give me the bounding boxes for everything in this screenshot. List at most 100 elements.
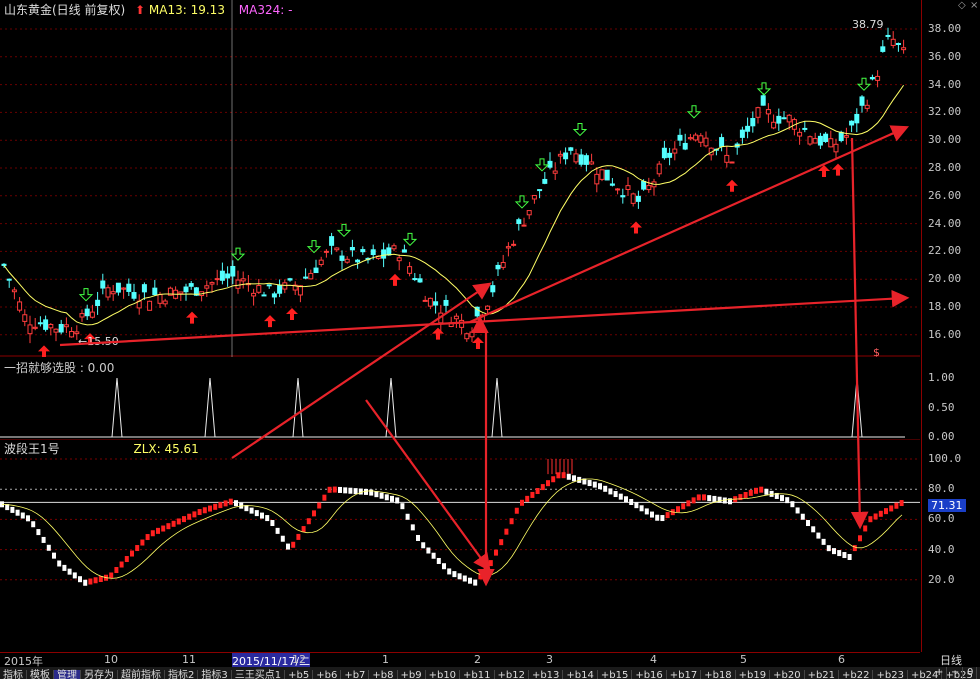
- candle-body: [318, 259, 324, 265]
- buy-arrow-icon: [286, 307, 298, 320]
- wave-chart[interactable]: [0, 438, 920, 652]
- sell-mark-icon: [572, 122, 588, 137]
- candle-body: [719, 137, 725, 147]
- candle-body: [271, 293, 277, 298]
- indicator-tab[interactable]: +b17: [667, 670, 702, 679]
- date-label: 1: [382, 653, 389, 666]
- candle-body: [443, 299, 449, 306]
- candle-body: [812, 138, 818, 144]
- wave-block: [109, 572, 114, 579]
- indicator-tab[interactable]: +b6: [313, 670, 342, 679]
- wave-block: [426, 547, 431, 554]
- candle-body: [885, 34, 891, 37]
- indicator-tab[interactable]: +b13: [529, 670, 564, 679]
- wave-block: [234, 500, 238, 507]
- candle-body: [485, 305, 491, 311]
- wave-block: [540, 484, 545, 491]
- candle-body: [604, 169, 610, 181]
- wave-block: [457, 573, 462, 580]
- candle-body: [386, 247, 392, 256]
- signal-chart[interactable]: [0, 358, 920, 438]
- candle-body: [469, 331, 475, 338]
- candle-body: [568, 147, 574, 151]
- wave-block: [551, 476, 556, 483]
- sell-mark-icon: [514, 195, 530, 209]
- candle-body: [682, 142, 688, 150]
- indicator-tab[interactable]: 另存为: [81, 670, 118, 679]
- wave-block: [72, 572, 77, 579]
- indicator-tab[interactable]: +b7: [341, 670, 370, 679]
- wave-title: 波段王1号: [4, 442, 60, 456]
- wave-block: [889, 505, 894, 512]
- wave-indicator-panel[interactable]: 波段王1号 ZLX: 45.61: [0, 438, 920, 652]
- indicator-tab[interactable]: +b12: [495, 670, 529, 679]
- indicator-tab[interactable]: +b5: [285, 670, 314, 679]
- indicator-tab[interactable]: 指标: [0, 670, 27, 679]
- indicator-tab[interactable]: +b8: [369, 670, 398, 679]
- indicator-tab[interactable]: +b14: [563, 670, 598, 679]
- signal-indicator-panel[interactable]: 一招就够选股 : 0.00: [0, 358, 920, 438]
- candle-body: [537, 189, 543, 192]
- close-icon[interactable]: ×: [970, 0, 978, 11]
- candle-body: [126, 283, 132, 292]
- wave-block: [691, 497, 696, 504]
- wave-block: [41, 536, 46, 543]
- wave-block: [499, 539, 504, 546]
- indicator-tab[interactable]: +b22: [839, 670, 874, 679]
- candle-body: [162, 300, 168, 305]
- wave-block: [36, 529, 41, 536]
- indicator-tab[interactable]: 指标2: [165, 670, 199, 679]
- wave-block: [327, 486, 332, 493]
- candle-body: [69, 331, 75, 338]
- indicator-tab[interactable]: 超前指标: [118, 670, 165, 679]
- period-label[interactable]: 日线: [940, 652, 962, 668]
- wave-block: [88, 578, 93, 585]
- indicator-tab[interactable]: +b15: [598, 670, 633, 679]
- indicator-tab[interactable]: 模板: [27, 670, 54, 679]
- candle-body: [157, 294, 163, 304]
- indicator-tab[interactable]: +b18: [701, 670, 736, 679]
- diamond-icon[interactable]: ◇: [958, 0, 966, 11]
- indicator-tab[interactable]: +b11: [460, 670, 495, 679]
- wave-block: [629, 499, 634, 506]
- candle-body: [838, 131, 844, 142]
- minus-button[interactable]: −: [948, 667, 964, 679]
- sell-mark-icon: [402, 232, 418, 247]
- indicator-tab[interactable]: 管理: [54, 670, 81, 679]
- candle-body: [84, 308, 90, 317]
- candle-body: [334, 247, 340, 251]
- indicator-tab[interactable]: +b10: [426, 670, 461, 679]
- indicator-tab[interactable]: +b21: [805, 670, 840, 679]
- wave-block: [452, 571, 457, 578]
- wave-block: [592, 481, 597, 488]
- candlestick-chart[interactable]: ←15.50 38.79 $: [0, 0, 920, 652]
- wave-tick: 100.0: [928, 452, 962, 465]
- price-chart-panel[interactable]: ←15.50 38.79 $ 山东黄金(日线 前复权) ⬆ MA13: 19.13 …: [0, 0, 920, 652]
- candle-body: [204, 285, 210, 289]
- wave-block: [598, 483, 602, 490]
- wave-block: [31, 521, 36, 528]
- indicator-tab[interactable]: +b9: [398, 670, 426, 679]
- indicator-tab[interactable]: +b23: [873, 670, 908, 679]
- indicator-tab[interactable]: +b19: [736, 670, 771, 679]
- candle-body: [724, 154, 730, 163]
- candle-body: [526, 210, 532, 216]
- candle-body: [578, 154, 584, 165]
- wave-block: [712, 495, 717, 502]
- signal-tick: 1.00: [928, 371, 955, 384]
- indicator-tab[interactable]: +b20: [770, 670, 805, 679]
- candle-body: [43, 319, 49, 330]
- wave-block: [62, 564, 67, 571]
- indicator-tab[interactable]: 三王买点1: [232, 670, 286, 679]
- plus-button[interactable]: +: [932, 667, 948, 679]
- wave-block: [379, 492, 384, 499]
- indicator-tab[interactable]: +b16: [632, 670, 667, 679]
- zlx-label: ZLX: 45.61: [133, 442, 199, 456]
- wave-block: [405, 513, 410, 520]
- wave-block: [114, 567, 119, 574]
- zero-button[interactable]: 0: [964, 667, 978, 679]
- indicator-tab[interactable]: 指标3: [198, 670, 232, 679]
- wave-block: [353, 488, 358, 495]
- candle-body: [802, 127, 808, 130]
- candle-body: [453, 315, 459, 320]
